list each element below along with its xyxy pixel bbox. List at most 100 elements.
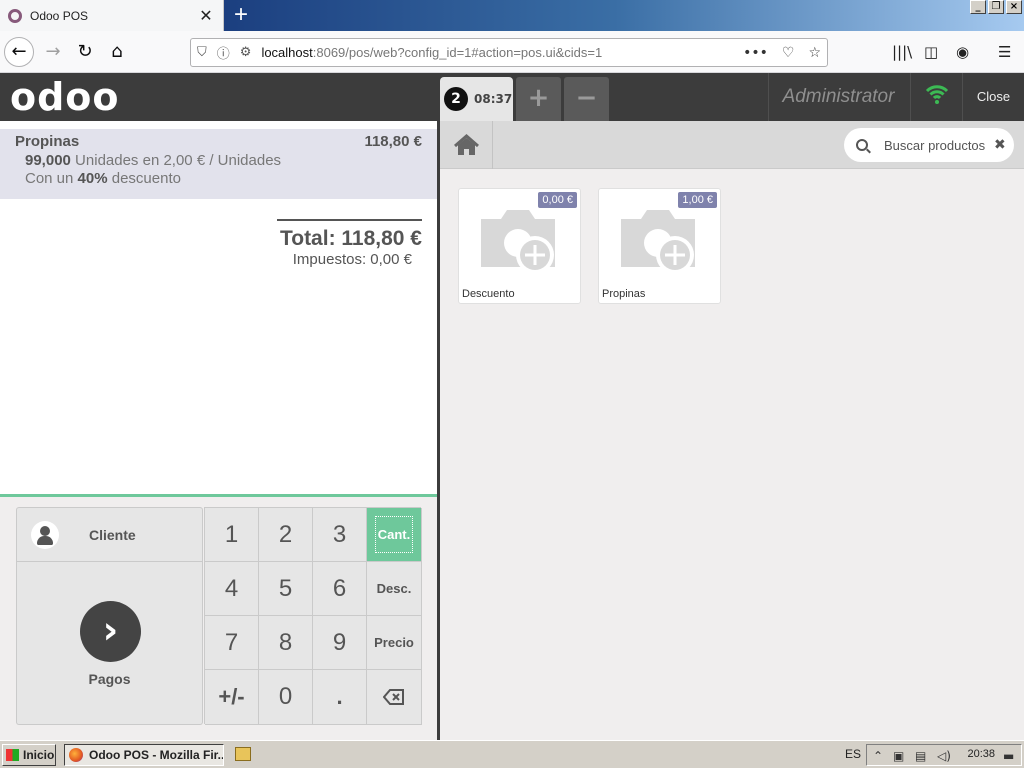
product-card-descuento[interactable]: 0,00 € Descuento [458, 188, 581, 304]
permissions-icon[interactable]: ⚙ [240, 45, 252, 60]
home-button[interactable]: ⌂ [102, 37, 132, 67]
close-pos-button[interactable]: Close [962, 73, 1024, 121]
reload-button[interactable]: ↻ [70, 37, 100, 67]
url-host: localhost [261, 45, 313, 60]
order-line-discount: 40% [77, 170, 108, 187]
browser-navbar: ← → ↻ ⌂ ⛉ ⓘ ⚙ localhost:8069/pos/web?con… [0, 31, 1024, 73]
new-tab-button[interactable]: + [226, 0, 256, 31]
os-taskbar: Inicio Odoo POS - Mozilla Fir... ES ⌃ ▣ … [0, 740, 1024, 768]
order-line[interactable]: Propinas 118,80 € 99,000 Unidades en 2,0… [0, 129, 437, 199]
order-line-unit: Unidades en 2,00 € / Unidades [70, 152, 282, 169]
numpad-key-7[interactable]: 7 [205, 616, 259, 670]
sidebar-icon[interactable]: ◫ [924, 43, 938, 61]
page-actions-icon[interactable]: ••• [743, 45, 768, 61]
clock: 20:38 [967, 748, 995, 760]
payment-label: Pagos [88, 671, 131, 687]
account-icon[interactable]: ◉ [956, 43, 969, 61]
network-icon[interactable]: ▣ [893, 749, 904, 763]
window-controls: _ ❐ × [970, 0, 1022, 14]
product-price-tag: 1,00 € [678, 192, 717, 208]
url-text[interactable]: localhost:8069/pos/web?config_id=1#actio… [261, 45, 743, 60]
product-name: Descuento [462, 288, 515, 300]
numpad-key-2[interactable]: 2 [259, 508, 313, 562]
wifi-icon[interactable] [910, 73, 962, 121]
category-home-button[interactable] [440, 121, 493, 169]
address-bar[interactable]: ⛉ ⓘ ⚙ localhost:8069/pos/web?config_id=1… [190, 38, 828, 67]
minimize-window-button[interactable]: _ [970, 0, 986, 14]
product-search[interactable]: ✖ [844, 128, 1014, 162]
forward-button[interactable]: → [38, 37, 68, 67]
close-window-button[interactable]: × [1006, 0, 1022, 14]
order-line-info: 99,000 Unidades en 2,00 € / Unidades Con… [25, 152, 422, 188]
clear-search-icon[interactable]: ✖ [994, 137, 1006, 153]
quantity-mode-button[interactable]: Cant. [367, 508, 422, 562]
numpad-key-6[interactable]: 6 [313, 562, 367, 616]
numpad-key-0[interactable]: 0 [259, 670, 313, 725]
quantity-mode-label: Cant. [374, 516, 414, 553]
tray-expand-icon[interactable]: ⌃ [873, 749, 883, 763]
user-name[interactable]: Administrator [768, 73, 908, 121]
numpad-sign-toggle[interactable]: +/- [205, 670, 259, 725]
order-line-qty: 99,000 [25, 152, 71, 169]
new-order-button[interactable]: + [516, 77, 561, 121]
bookmark-star-icon[interactable]: ☆ [808, 45, 821, 61]
product-card-propinas[interactable]: 1,00 € Propinas [598, 188, 721, 304]
order-summary: Total: 118,80 € Impuestos: 0,00 € [277, 219, 422, 268]
browser-titlebar: Odoo POS ✕ + _ ❐ × [0, 0, 1024, 31]
info-icon[interactable]: ⓘ [217, 43, 230, 62]
backspace-button[interactable] [367, 670, 422, 725]
search-icon [856, 139, 868, 151]
menu-icon[interactable]: ☰ [998, 43, 1011, 61]
start-button[interactable]: Inicio [2, 744, 56, 766]
browser-tab[interactable]: Odoo POS ✕ [0, 0, 224, 31]
order-tab[interactable]: 2 08:37 [440, 77, 513, 121]
tab-title: Odoo POS [30, 8, 89, 23]
pos-header: odoo 2 08:37 + − Administrator Close [0, 73, 1024, 121]
numpad-decimal[interactable]: . [313, 670, 367, 725]
backspace-icon [383, 689, 404, 705]
payment-button[interactable]: › Pagos [16, 562, 203, 725]
discount-suffix: descuento [107, 170, 181, 187]
numpad-key-5[interactable]: 5 [259, 562, 313, 616]
library-icon[interactable]: |||\ [892, 43, 912, 61]
folder-icon[interactable] [235, 747, 251, 761]
system-tray: ⌃ ▣ ▤ ◁) 20:38 ▬ [866, 744, 1022, 766]
numpad-key-3[interactable]: 3 [313, 508, 367, 562]
taskbar-firefox-window[interactable]: Odoo POS - Mozilla Fir... [64, 744, 224, 766]
customer-label: Cliente [89, 526, 136, 543]
product-name: Propinas [602, 288, 646, 300]
shield-icon[interactable]: ⛉ [197, 45, 207, 60]
order-taxes: Impuestos: 0,00 € [292, 251, 412, 268]
numpad-key-1[interactable]: 1 [205, 508, 259, 562]
close-tab-icon[interactable]: ✕ [197, 6, 215, 25]
order-line-price: 118,80 € [364, 133, 422, 150]
back-button[interactable]: ← [4, 37, 34, 67]
order-line-product: Propinas [15, 133, 80, 150]
discount-mode-button[interactable]: Desc. [367, 562, 422, 616]
url-path: :8069/pos/web?config_id=1#action=pos.ui&… [312, 45, 603, 60]
order-number-badge: 2 [444, 87, 468, 111]
customer-button[interactable]: Cliente [16, 507, 203, 562]
products-topbar: ✖ [440, 121, 1024, 169]
restore-window-button[interactable]: ❐ [988, 0, 1004, 14]
user-icon [31, 520, 59, 549]
home-icon [454, 134, 479, 155]
delete-order-button[interactable]: − [564, 77, 609, 121]
pocket-icon[interactable]: ♡ [782, 45, 795, 61]
products-pane: ✖ 0,00 € Descuento 1,00 € Propinas [440, 121, 1024, 740]
order-time: 08:37 [474, 92, 513, 106]
monitor-icon[interactable]: ▤ [915, 749, 926, 763]
show-desktop-icon[interactable]: ▬ [1003, 749, 1014, 763]
numpad-key-4[interactable]: 4 [205, 562, 259, 616]
numpad-key-8[interactable]: 8 [259, 616, 313, 670]
odoo-favicon-icon [8, 8, 22, 23]
volume-icon[interactable]: ◁) [937, 749, 951, 763]
price-mode-button[interactable]: Precio [367, 616, 422, 670]
numpad: 1 2 3 Cant. 4 5 6 Desc. 7 8 9 Precio +/-… [204, 507, 422, 725]
product-price-tag: 0,00 € [538, 192, 577, 208]
camera-placeholder-icon [621, 210, 695, 274]
control-panel: Cliente › Pagos 1 2 3 Cant. 4 5 6 Desc. … [0, 494, 437, 740]
numpad-key-9[interactable]: 9 [313, 616, 367, 670]
language-indicator[interactable]: ES [845, 747, 861, 761]
product-search-input[interactable] [884, 137, 992, 153]
